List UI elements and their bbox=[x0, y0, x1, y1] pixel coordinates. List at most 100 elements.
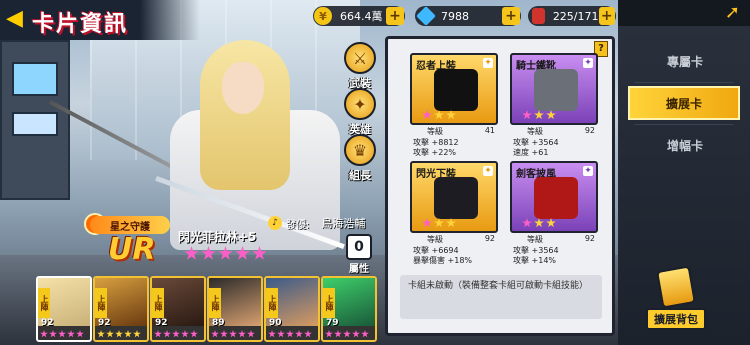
team-card-level: 92 bbox=[98, 318, 111, 328]
gear-item-image bbox=[434, 177, 478, 219]
equipment-icon: ⚔ bbox=[344, 42, 376, 74]
gear-card[interactable]: 劍客披風 ✦ 等級 92 攻擊 +3564 攻擊 +14% bbox=[510, 161, 598, 265]
team-card[interactable]: 上陣 92 bbox=[36, 276, 92, 342]
add-card-capacity-button[interactable]: + bbox=[598, 7, 615, 25]
gear-stars bbox=[422, 110, 456, 120]
team-card[interactable]: 上陣 92 bbox=[150, 276, 206, 342]
gear-card-art: 忍者上裝 ✦ bbox=[410, 53, 498, 125]
leader-icon: ♛ bbox=[344, 134, 376, 166]
star-icon bbox=[546, 218, 556, 228]
team-card-stars bbox=[211, 330, 255, 338]
gear-card-art: 騎士鐵靴 ✦ bbox=[510, 53, 598, 125]
team-card[interactable]: 上陣 89 bbox=[207, 276, 263, 342]
star-icon bbox=[238, 330, 246, 338]
gear-stars bbox=[422, 218, 456, 228]
deployed-tag: 上陣 bbox=[38, 288, 50, 318]
star-icon bbox=[446, 110, 456, 120]
bag-icon bbox=[655, 265, 697, 309]
back-arrow-icon[interactable]: ◀ bbox=[6, 8, 28, 30]
star-icon bbox=[361, 330, 369, 338]
star-icon bbox=[522, 218, 532, 228]
star-icon bbox=[252, 246, 267, 260]
attribute-button[interactable]: 0 屬性 bbox=[344, 234, 374, 275]
star-icon bbox=[446, 218, 456, 228]
star-icon bbox=[235, 246, 250, 260]
hero-icon: ✦ bbox=[344, 88, 376, 120]
collapse-arrow-icon[interactable]: ➚ bbox=[725, 2, 740, 23]
star-icon bbox=[286, 330, 294, 338]
character-face bbox=[222, 62, 264, 114]
deployed-tag: 上陣 bbox=[209, 288, 221, 318]
team-card[interactable]: 上陣 90 bbox=[264, 276, 320, 342]
star-icon bbox=[522, 110, 532, 120]
tab-boost-card[interactable]: 增幅卡 bbox=[626, 128, 744, 162]
gear-slot-icon: ✦ bbox=[583, 166, 593, 176]
gear-level-row: 等級 92 bbox=[410, 233, 498, 246]
team-card-level: 90 bbox=[269, 318, 282, 328]
gem-currency: 7988 + bbox=[415, 6, 521, 26]
gear-level: 92 bbox=[484, 234, 495, 243]
team-card-stars bbox=[325, 330, 369, 338]
attribute-label: 屬性 bbox=[349, 264, 369, 275]
team-card-stars bbox=[97, 330, 141, 338]
gear-card-art: 劍客披風 ✦ bbox=[510, 161, 598, 233]
team-card-level: 89 bbox=[212, 318, 225, 328]
star-icon bbox=[58, 330, 66, 338]
team-card-stars bbox=[40, 330, 84, 338]
gold-value: 664.4萬 bbox=[340, 10, 383, 23]
gear-stat-2: 攻擊 +22% bbox=[413, 148, 457, 157]
leader-button[interactable]: ♛ 組長 bbox=[342, 134, 378, 183]
title-bar: ◀ 卡片資訊 bbox=[0, 0, 200, 40]
star-icon bbox=[434, 110, 444, 120]
gear-level: 92 bbox=[584, 126, 595, 135]
gear-stat-2: 攻擊 +14% bbox=[513, 256, 557, 265]
tab-extension-card[interactable]: 擴展卡 bbox=[628, 86, 740, 120]
star-icon bbox=[124, 330, 132, 338]
gear-card[interactable]: 騎士鐵靴 ✦ 等級 92 攻擊 +3564 速度 +61 bbox=[510, 53, 598, 157]
star-icon bbox=[352, 330, 360, 338]
team-card-stars bbox=[154, 330, 198, 338]
gear-stat-1: 攻擊 +6694 bbox=[413, 246, 459, 255]
star-icon bbox=[115, 330, 123, 338]
team-card[interactable]: 上陣 92 bbox=[93, 276, 149, 342]
team-card-level: 92 bbox=[41, 318, 54, 328]
team-card-level: 92 bbox=[155, 318, 168, 328]
hero-button[interactable]: ✦ 英雄 bbox=[342, 88, 378, 137]
gear-slot-icon: ✦ bbox=[583, 58, 593, 68]
gear-grid: 忍者上裝 ✦ 等級 41 攻擊 +8812 攻擊 +22% 騎士鐵靴 ✦ 等級 92 攻擊 +356… bbox=[410, 53, 598, 265]
voice-actor-info[interactable]: ♪ 發優: 鳥海浩輔 bbox=[268, 215, 365, 231]
star-icon bbox=[201, 246, 216, 260]
equipment-button[interactable]: ⚔ 武裝 bbox=[342, 42, 378, 91]
add-gold-button[interactable]: + bbox=[386, 7, 404, 25]
gear-card[interactable]: 忍者上裝 ✦ 等級 41 攻擊 +8812 攻擊 +22% bbox=[410, 53, 498, 157]
star-icon bbox=[154, 330, 162, 338]
speaker-icon[interactable]: ♪ bbox=[268, 216, 282, 230]
gear-level: 92 bbox=[584, 234, 595, 243]
gear-level-row: 等級 41 bbox=[410, 125, 498, 138]
extension-bag-button[interactable]: 擴展背包 bbox=[646, 265, 706, 334]
gear-stat-1: 攻擊 +3564 bbox=[513, 246, 559, 255]
voice-actor-name: 鳥海浩輔 bbox=[321, 217, 366, 230]
team-card-strip: 上陣 92 上陣 92 上陣 92 上陣 89 上陣 90 上陣 79 bbox=[36, 276, 380, 345]
card-capacity-value: 225/171 bbox=[552, 9, 599, 23]
voice-label: 發優: bbox=[286, 219, 310, 231]
star-icon bbox=[49, 330, 57, 338]
tabs-top-bar: ➚ bbox=[618, 0, 750, 26]
gear-card-art: 閃光下裝 ✦ bbox=[410, 161, 498, 233]
star-icon bbox=[534, 218, 544, 228]
tab-exclusive-card[interactable]: 專屬卡 bbox=[626, 44, 744, 78]
team-card[interactable]: 上陣 79 bbox=[321, 276, 377, 342]
gear-stat-1: 攻擊 +8812 bbox=[413, 138, 459, 147]
gem-value: 7988 bbox=[441, 9, 469, 23]
bag-label: 擴展背包 bbox=[646, 308, 706, 330]
star-icon bbox=[172, 330, 180, 338]
card-icon bbox=[532, 8, 545, 24]
star-icon bbox=[218, 246, 233, 260]
rarity-badge: UR bbox=[108, 232, 156, 267]
add-gem-button[interactable]: + bbox=[502, 7, 520, 25]
gear-card[interactable]: 閃光下裝 ✦ 等級 92 攻擊 +6694 暴擊傷害 +18% bbox=[410, 161, 498, 265]
star-icon bbox=[190, 330, 198, 338]
background-machine bbox=[0, 40, 70, 200]
star-icon bbox=[97, 330, 105, 338]
gear-item-image bbox=[534, 177, 578, 219]
